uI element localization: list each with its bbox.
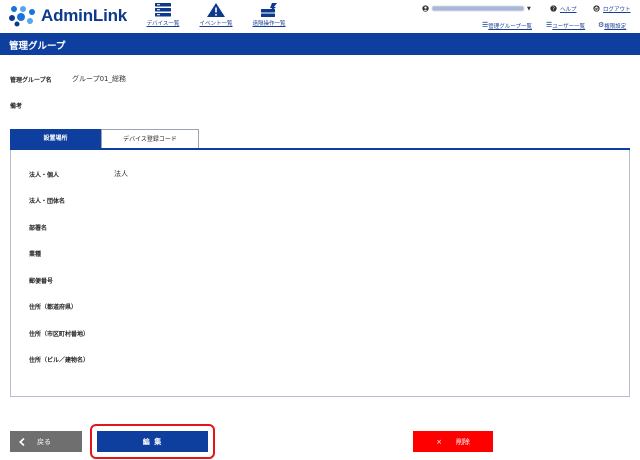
group-list-link-label: 管理グループ一覧 <box>488 23 532 30</box>
warning-icon <box>207 3 225 17</box>
note-label: 備考 <box>10 103 23 110</box>
tab-installation-location[interactable]: 設置場所 <box>10 129 101 148</box>
remote-icon <box>261 3 277 17</box>
nav-remote-list-label: 遠隔操作一覧 <box>252 21 286 27</box>
user-email-redacted <box>432 6 524 11</box>
chevron-left-icon <box>19 437 25 446</box>
app-header: AdminLink デバイス一覧 イベント一覧 遠隔操作一覧 ▼ ? ヘルプ ロ… <box>0 0 640 33</box>
close-icon: × <box>436 437 442 446</box>
nav-device-list[interactable]: デバイス一覧 <box>138 3 188 31</box>
logout-link[interactable]: ログアウト <box>593 4 631 13</box>
delete-button[interactable]: × 削除 <box>413 431 493 452</box>
department-label: 部署名 <box>29 225 48 232</box>
user-account-menu[interactable]: ▼ <box>422 4 534 13</box>
logo-text: AdminLink <box>41 6 128 25</box>
group-name-label: 管理グループ名 <box>10 77 52 84</box>
nav-remote-list[interactable]: 遠隔操作一覧 <box>244 3 294 31</box>
delete-button-label: 削除 <box>455 437 470 446</box>
help-link[interactable]: ? ヘルプ <box>550 4 577 13</box>
page-title: 管理グループ <box>9 41 66 52</box>
app-logo[interactable]: AdminLink <box>8 4 128 28</box>
postal-code-label: 郵便番号 <box>29 278 54 285</box>
nav-event-list[interactable]: イベント一覧 <box>191 3 241 31</box>
user-icon <box>422 5 429 12</box>
nav-device-list-label: デバイス一覧 <box>146 21 180 27</box>
location-panel: 法人・個人 法人 法人・団体名 部署名 業種 郵便番号 住所（都道府県） 住所（… <box>10 150 630 397</box>
chevron-down-icon: ▼ <box>527 5 531 12</box>
group-name-value: グループ01_総務 <box>72 75 126 83</box>
tab-device-registration-code[interactable]: デバイス登録コード <box>101 129 199 148</box>
back-button-label: 戻る <box>37 437 51 446</box>
address-prefecture-label: 住所（都道府県） <box>29 304 78 311</box>
corporate-individual-label: 法人・個人 <box>29 172 60 179</box>
edit-button-label: 編 集 <box>142 437 163 446</box>
permissions-link[interactable]: ⚙ 権限設定 <box>598 21 626 30</box>
industry-label: 業種 <box>29 251 42 258</box>
server-icon <box>155 3 171 17</box>
help-icon: ? <box>550 5 557 12</box>
group-list-link[interactable]: ☰ 管理グループ一覧 <box>482 21 532 30</box>
edit-button[interactable]: 編 集 <box>97 431 208 452</box>
help-link-label: ヘルプ <box>560 6 577 13</box>
permissions-link-label: 権限設定 <box>604 23 627 30</box>
user-list-link-label: ユーザー一覧 <box>552 23 586 30</box>
nav-event-list-label: イベント一覧 <box>199 21 233 27</box>
corporate-individual-value: 法人 <box>114 170 128 178</box>
address-building-label: 住所（ビル／建物名） <box>29 357 90 364</box>
address-city-label: 住所（市区町村番地） <box>29 331 90 338</box>
svg-text:?: ? <box>552 6 555 12</box>
organization-name-label: 法人・団体名 <box>29 198 66 205</box>
page-title-bar: 管理グループ <box>0 33 640 55</box>
logo-mark-icon <box>9 6 35 27</box>
logout-link-label: ログアウト <box>603 6 631 13</box>
user-list-link[interactable]: ☰ ユーザー一覧 <box>546 21 585 30</box>
power-icon <box>593 5 600 12</box>
back-button[interactable]: 戻る <box>10 431 82 452</box>
